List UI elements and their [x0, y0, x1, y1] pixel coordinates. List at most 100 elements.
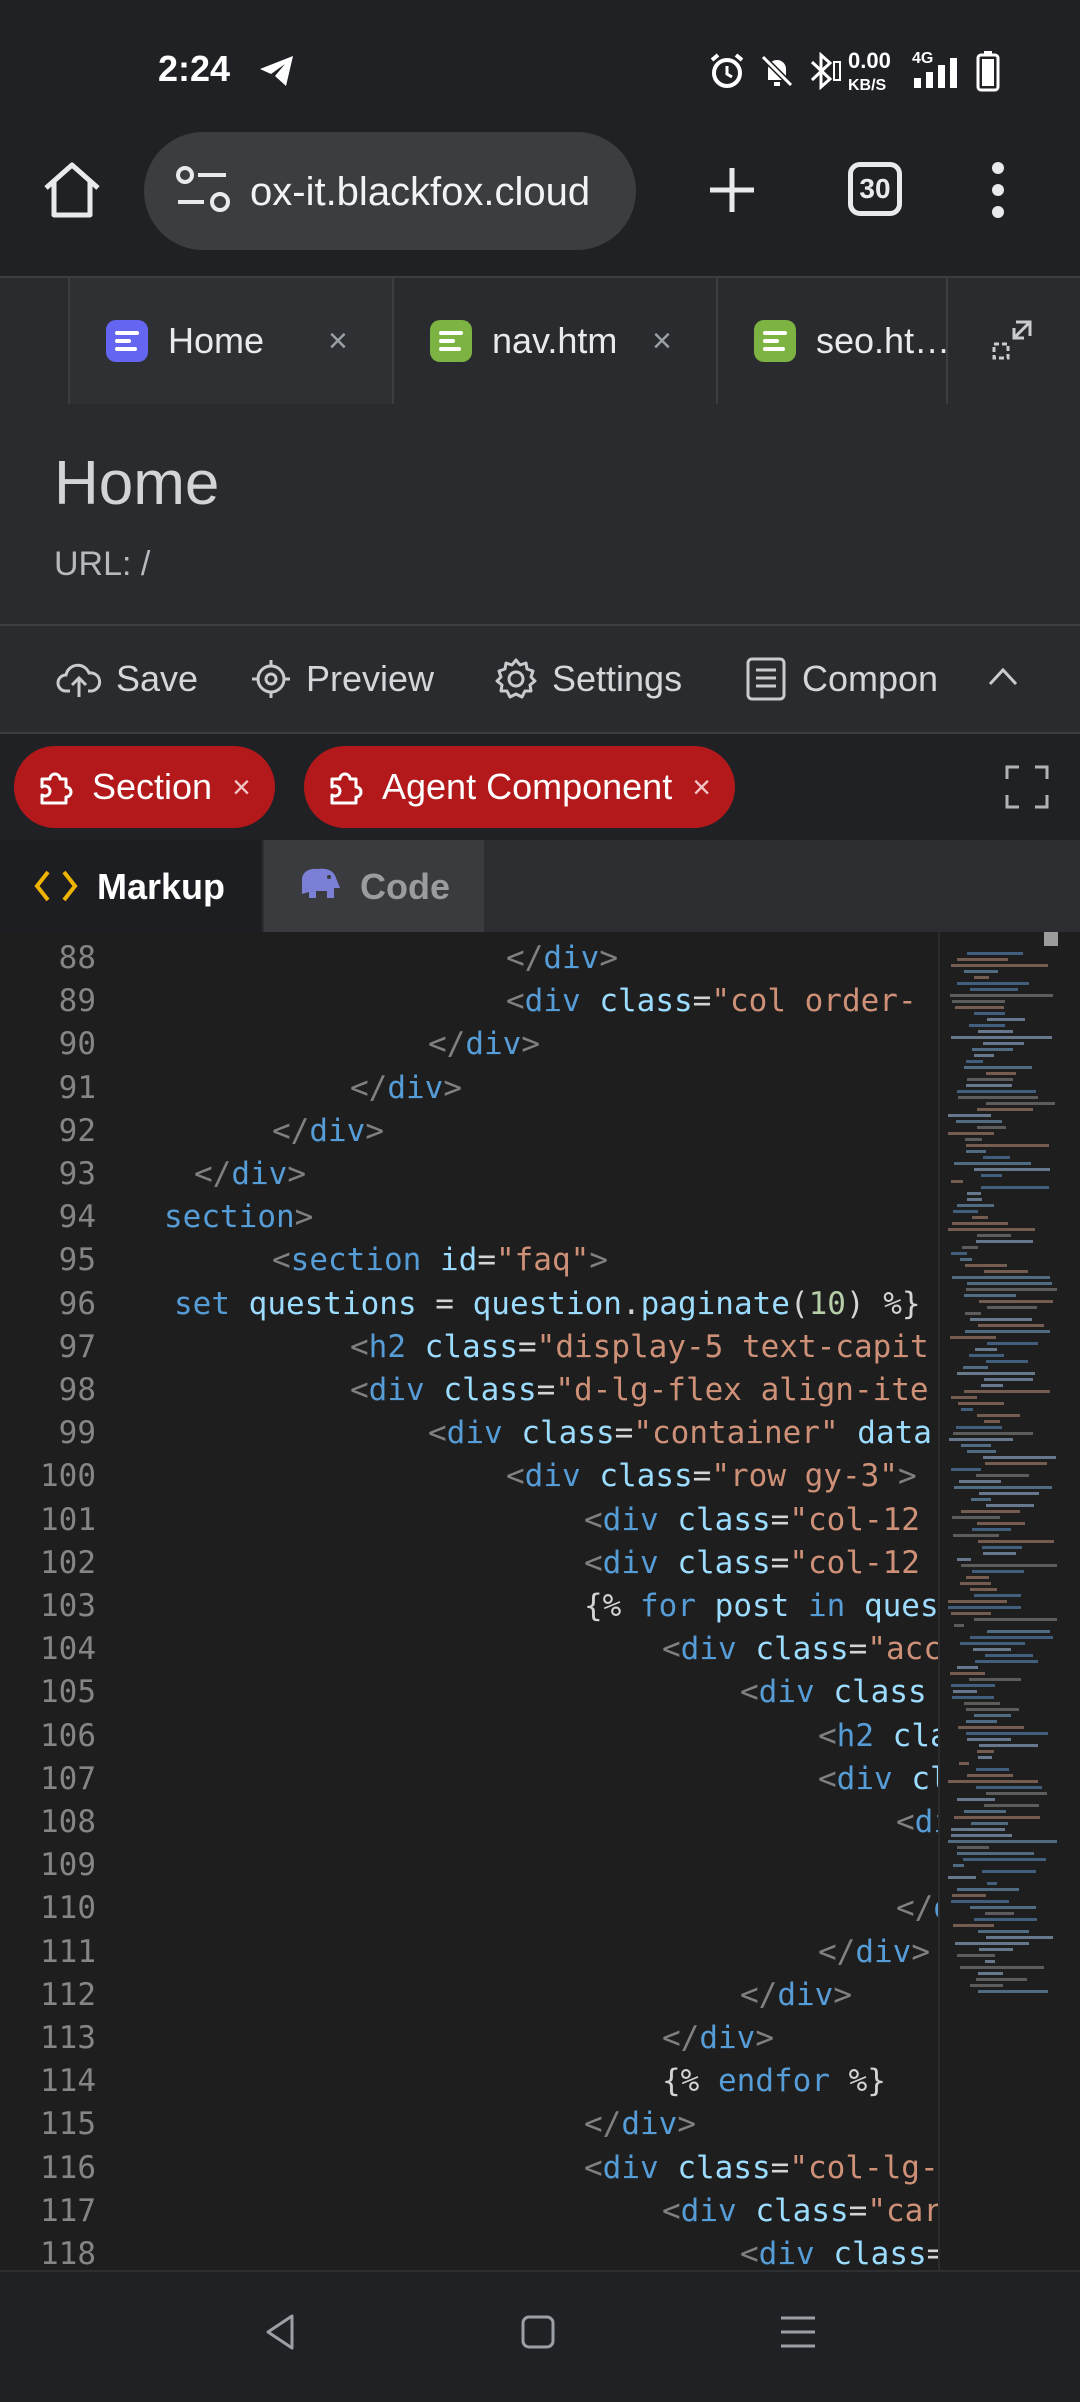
- minimap-line: [960, 1258, 972, 1261]
- new-tab-icon[interactable]: [706, 164, 758, 216]
- code-line: </div>: [272, 1113, 384, 1149]
- tab-home[interactable]: Home ×: [68, 278, 392, 406]
- tab-nav[interactable]: nav.htm ×: [392, 278, 716, 406]
- code-token: <: [584, 2149, 603, 2186]
- target-icon: [252, 660, 290, 698]
- tab-close-button[interactable]: ×: [328, 322, 348, 361]
- code-token: div: [758, 2236, 834, 2270]
- code-token: <: [584, 1544, 603, 1581]
- minimap-line: [965, 1138, 982, 1141]
- chip-agent-component[interactable]: Agent Component ×: [304, 746, 735, 828]
- minimap-line: [966, 1150, 986, 1153]
- recents-menu-icon[interactable]: [778, 2314, 818, 2350]
- code-token: set: [174, 1285, 249, 1322]
- code-line: section>: [164, 1199, 313, 1235]
- minimap-line: [967, 1282, 1052, 1285]
- code-token: class: [833, 2236, 927, 2270]
- minimap-line: [976, 1768, 1009, 1771]
- minimap-line: [970, 988, 1018, 991]
- minimap-line: [969, 1354, 1004, 1357]
- line-number: 118: [40, 2236, 96, 2270]
- url-text[interactable]: ox-it.blackfox.cloud: [250, 170, 620, 215]
- line-number: 88: [58, 940, 96, 976]
- collapse-tabs-button[interactable]: [946, 278, 1080, 406]
- tab-code[interactable]: Code: [264, 840, 484, 932]
- code-token: class: [677, 2149, 771, 2186]
- chip-section[interactable]: Section ×: [14, 746, 275, 828]
- line-number: 89: [58, 983, 96, 1020]
- code-token: h2: [836, 1717, 893, 1754]
- code-token: "acc: [867, 1631, 938, 1668]
- minimap-line: [984, 1270, 1028, 1273]
- chip-close-button[interactable]: ×: [232, 769, 251, 806]
- line-number: 116: [40, 2149, 96, 2186]
- code-line: {% for post in ques: [584, 1588, 938, 1624]
- tab-seo[interactable]: seo.ht…: [716, 278, 946, 406]
- back-icon[interactable]: [262, 2312, 298, 2352]
- code-editor[interactable]: 88 </div> 89 <div class="col order- 90 </div>…: [0, 932, 938, 2270]
- code-token: "row gy-3": [711, 1458, 898, 1495]
- minimap-line: [951, 1252, 967, 1255]
- status-bar: 2:24 0.00 KB/S 4G: [0, 0, 1080, 130]
- components-button[interactable]: Compon: [744, 654, 938, 704]
- code-line: </div>: [584, 2106, 696, 2142]
- code-token: di: [914, 1804, 938, 1840]
- site-settings-icon[interactable]: [174, 164, 234, 216]
- code-token: >: [287, 1156, 306, 1192]
- minimap-line: [967, 1738, 1011, 1741]
- tab-close-button[interactable]: ×: [652, 322, 672, 361]
- minimap-line: [987, 1018, 1025, 1021]
- minimap-line: [978, 1030, 1013, 1033]
- line-number: 93: [58, 1156, 96, 1192]
- cloud-upload-icon: [56, 663, 102, 697]
- minimap-line: [964, 970, 998, 973]
- code-line: {% endfor %}: [662, 2063, 886, 2099]
- minimap-line: [952, 1894, 986, 1897]
- code-line: </div>: [194, 1156, 306, 1192]
- minimap-line: [966, 1144, 1049, 1147]
- code-token: {%: [584, 1588, 640, 1624]
- home-icon[interactable]: [40, 160, 104, 220]
- minimap-line: [986, 1102, 1055, 1105]
- tab-switcher-button[interactable]: 30: [848, 162, 902, 216]
- minimap-line: [984, 1420, 1000, 1423]
- minimap-line: [957, 1666, 978, 1669]
- minimap-line: [969, 1678, 1021, 1681]
- minimap-line: [952, 1222, 1008, 1225]
- minimap-line: [965, 1330, 1050, 1333]
- code-line: <div class="container" data: [428, 1415, 932, 1451]
- code-line: </div>: [740, 1977, 852, 2013]
- minimap-line: [961, 1408, 973, 1411]
- line-number: 113: [40, 2020, 96, 2056]
- code-minimap[interactable]: [938, 932, 1080, 2270]
- line-number: 104: [40, 1631, 96, 1668]
- code-token: >: [589, 1242, 608, 1279]
- minimap-line: [970, 1318, 1032, 1321]
- chip-close-button[interactable]: ×: [692, 769, 711, 806]
- settings-button[interactable]: Settings: [494, 654, 682, 704]
- net-speed: 0.00 KB/S: [848, 50, 891, 97]
- more-menu-icon[interactable]: [984, 160, 1012, 220]
- chevron-up-icon[interactable]: [986, 664, 1020, 688]
- code-brackets-icon: [34, 870, 78, 902]
- save-button[interactable]: Save: [56, 654, 198, 704]
- code-token: h2: [368, 1328, 425, 1365]
- code-token: </: [350, 1069, 388, 1106]
- home-nav-icon[interactable]: [520, 2314, 556, 2350]
- puzzle-icon: [40, 772, 73, 805]
- minimap-line: [966, 1720, 997, 1723]
- minimap-line: [975, 1348, 997, 1351]
- minimap-line: [957, 1846, 989, 1849]
- code-token: </: [428, 1026, 466, 1063]
- minimap-line: [951, 1900, 1009, 1903]
- minimap-line: [977, 1234, 1011, 1237]
- tab-overflow[interactable]: [0, 278, 68, 406]
- tab-markup[interactable]: Markup: [0, 840, 262, 932]
- minimap-line: [950, 1672, 985, 1675]
- preview-button[interactable]: Preview: [250, 654, 434, 704]
- line-number: 99: [58, 1415, 96, 1452]
- minimap-slider[interactable]: [1044, 932, 1058, 946]
- code-line: set questions = question.paginate(10) %}: [174, 1286, 921, 1322]
- code-token: <: [896, 1804, 915, 1840]
- fullscreen-icon[interactable]: [1004, 764, 1050, 810]
